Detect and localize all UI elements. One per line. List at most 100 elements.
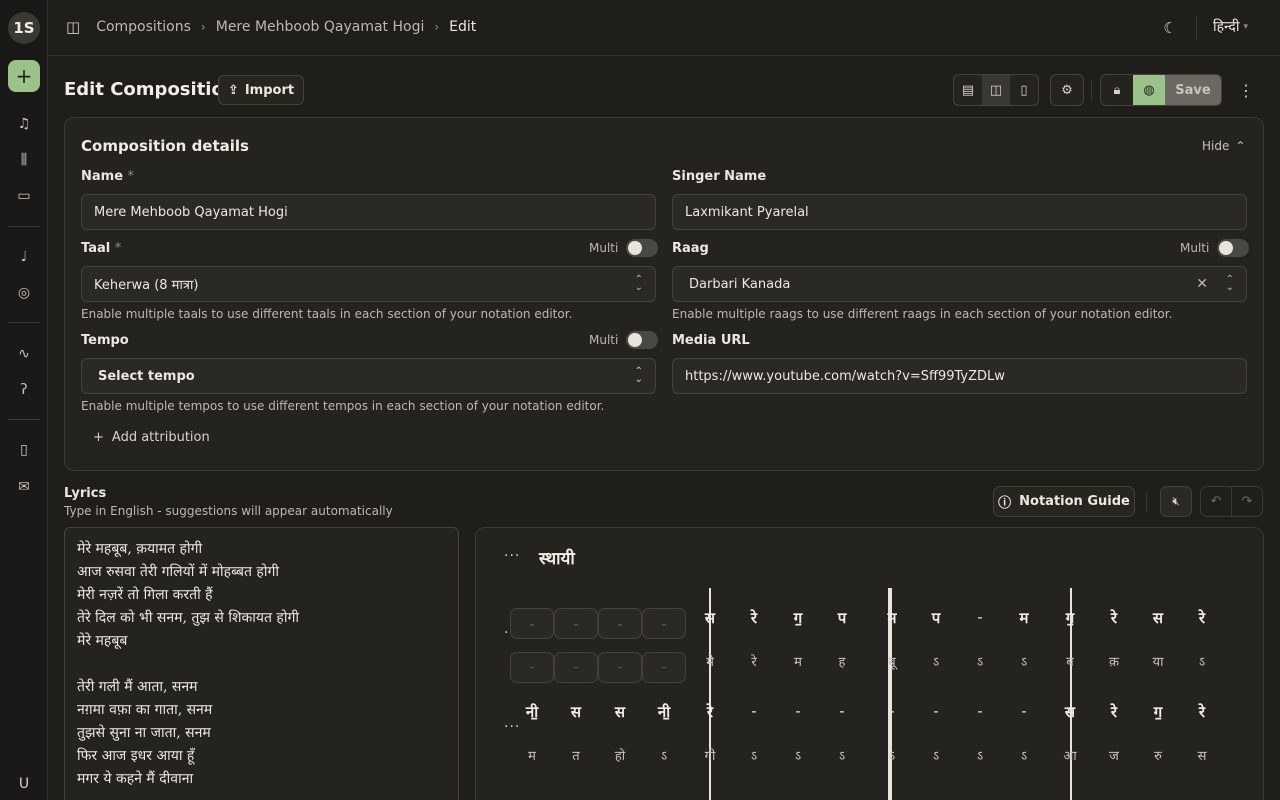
name-field[interactable]: Mere Mehboob Qayamat Hogi — [81, 194, 656, 230]
mute-icon[interactable]: 🔇︎ — [1160, 486, 1192, 517]
swara-cell[interactable]: रे — [1092, 608, 1136, 628]
swara-cell[interactable]: - — [958, 608, 1002, 626]
lyric-syllable-cell[interactable]: रे — [732, 652, 776, 670]
swara-cell[interactable]: - — [958, 702, 1002, 720]
breadcrumb-composition[interactable]: Mere Mehboob Qayamat Hogi — [216, 19, 425, 35]
lyric-syllable-cell[interactable]: क़ — [1092, 652, 1136, 670]
book-icon[interactable]: ▯ — [12, 438, 36, 462]
more-options-icon[interactable]: ⋮ — [1238, 80, 1254, 100]
swara-cell[interactable]: ग॒ — [1136, 702, 1180, 722]
lyric-syllable-cell[interactable]: ऽ — [870, 746, 914, 764]
card-icon[interactable]: ▭ — [12, 184, 36, 208]
toggle-switch[interactable] — [626, 331, 659, 349]
swara-cell[interactable]: ग॒ — [776, 608, 820, 628]
lyric-syllable-cell[interactable]: ऽ — [914, 652, 958, 670]
lyric-syllable-cell[interactable]: रु — [1136, 746, 1180, 764]
lyric-syllable-cell[interactable]: - — [510, 652, 554, 683]
user-avatar[interactable]: U — [10, 772, 38, 796]
toggle-switch[interactable] — [1217, 239, 1250, 257]
lyric-syllable-cell[interactable]: ऽ — [914, 746, 958, 764]
layout-rows-icon[interactable]: ▤ — [954, 75, 982, 105]
document-icon[interactable]: ▯ — [1010, 75, 1038, 105]
lyric-syllable-cell[interactable]: ब — [1048, 652, 1092, 670]
lyric-syllable-cell[interactable]: ऽ — [776, 746, 820, 764]
swara-cell[interactable]: प — [914, 608, 958, 628]
sidebar-toggle-icon[interactable]: ◫ — [66, 18, 80, 36]
lyric-syllable-cell[interactable]: मे — [688, 652, 732, 670]
swara-cell[interactable]: - — [914, 702, 958, 720]
save-button[interactable]: Save — [1165, 75, 1221, 105]
mail-icon[interactable]: ✉ — [12, 475, 36, 499]
swara-cell[interactable]: - — [1002, 702, 1046, 720]
undo-icon[interactable]: ↶ — [1200, 486, 1232, 517]
lyric-syllable-cell[interactable]: आ — [1048, 746, 1092, 764]
lyrics-textarea[interactable]: मेरे महबूब, क़यामत होगी आज रुसवा तेरी गलि… — [64, 527, 459, 800]
swara-cell[interactable]: - — [598, 608, 642, 639]
swara-cell[interactable]: स — [1048, 702, 1092, 722]
breadcrumb-compositions[interactable]: Compositions — [96, 19, 191, 35]
globe-icon[interactable]: ◍ — [1133, 75, 1165, 105]
lyric-syllable-cell[interactable]: ऽ — [642, 746, 686, 764]
lyric-syllable-cell[interactable]: म — [776, 652, 820, 670]
redo-icon[interactable]: ↷ — [1231, 486, 1263, 517]
lyric-syllable-cell[interactable]: ऽ — [1002, 652, 1046, 670]
sitar-icon[interactable]: ♩ — [12, 245, 36, 269]
tempo-select[interactable]: Select tempo ⌃ ⌄ — [81, 358, 656, 394]
toggle-switch[interactable] — [626, 239, 659, 257]
lyric-syllable-cell[interactable]: - — [642, 652, 686, 683]
swara-cell[interactable]: - — [510, 608, 554, 639]
notation-guide-button[interactable]: ⓘ Notation Guide — [993, 486, 1135, 517]
hide-button[interactable]: Hide ⌃ — [1202, 139, 1245, 153]
gear-icon[interactable]: ⚙ — [1051, 75, 1083, 105]
swara-cell[interactable]: रे — [732, 608, 776, 628]
swara-cell[interactable]: - — [642, 608, 686, 639]
app-logo[interactable]: 1S — [8, 12, 40, 44]
lyric-syllable-cell[interactable]: ज — [1092, 746, 1136, 764]
swara-cell[interactable]: रे — [1092, 702, 1136, 722]
swara-cell[interactable]: प — [820, 608, 864, 628]
tempo-multi-toggle[interactable]: Multi — [589, 331, 659, 349]
media-url-field[interactable]: https://www.youtube.com/watch?v=Sff99TyZ… — [672, 358, 1247, 394]
clear-icon[interactable]: ✕ — [1196, 276, 1208, 292]
lyric-syllable-cell[interactable]: - — [598, 652, 642, 683]
taal-multi-toggle[interactable]: Multi — [589, 239, 659, 257]
import-button[interactable]: ⇪ Import — [218, 75, 304, 105]
lyric-syllable-cell[interactable]: त — [554, 746, 598, 764]
lyric-syllable-cell[interactable]: ऽ — [958, 746, 1002, 764]
add-attribution-button[interactable]: + Add attribution — [93, 430, 210, 445]
raag-select[interactable]: Darbari Kanada ✕ ⌃ ⌄ — [672, 266, 1247, 302]
swara-cell[interactable]: स — [598, 702, 642, 722]
language-select[interactable]: हिन्दी ▾ — [1213, 17, 1248, 36]
lyric-syllable-cell[interactable]: - — [554, 652, 598, 683]
music-note-icon[interactable]: ♫ — [12, 112, 36, 136]
new-composition-button[interactable]: + — [8, 60, 40, 92]
taal-select[interactable]: Keherwa (8 मात्रा) ⌃ ⌄ — [81, 266, 656, 302]
swara-cell[interactable]: नी॒ — [510, 702, 554, 722]
lyric-syllable-cell[interactable]: ऽ — [958, 652, 1002, 670]
swara-cell[interactable]: स — [554, 702, 598, 722]
lyric-syllable-cell[interactable]: गी — [688, 746, 732, 764]
swara-cell[interactable]: म — [870, 608, 914, 628]
lyric-syllable-cell[interactable]: ऽ — [1002, 746, 1046, 764]
swara-cell[interactable]: रे — [1180, 702, 1224, 722]
lock-icon[interactable]: 🔒︎ — [1101, 75, 1133, 105]
swara-cell[interactable]: म — [1002, 608, 1046, 628]
waveform-icon[interactable]: ∿ — [12, 342, 36, 366]
tabla-icon[interactable]: ◎ — [12, 281, 36, 305]
notation-editor[interactable]: ··· स्थायी ··· ··· ----सरेग॒पमप-मग॒रेसरे… — [475, 527, 1264, 800]
swara-cell[interactable]: ग॒ — [1048, 608, 1092, 628]
lyric-syllable-cell[interactable]: हो — [598, 746, 642, 764]
swara-cell[interactable]: - — [732, 702, 776, 720]
lyric-syllable-cell[interactable]: ऽ — [732, 746, 776, 764]
lyric-syllable-cell[interactable]: बू — [870, 652, 914, 670]
swara-cell[interactable]: रे — [1180, 608, 1224, 628]
layout-columns-icon[interactable]: ◫ — [982, 75, 1010, 105]
lyric-syllable-cell[interactable]: ह — [820, 652, 864, 670]
lyric-syllable-cell[interactable]: या — [1136, 652, 1180, 670]
section-menu-icon[interactable]: ··· — [504, 548, 520, 564]
lyric-syllable-cell[interactable]: ऽ — [820, 746, 864, 764]
swara-cell[interactable]: - — [820, 702, 864, 720]
lyric-syllable-cell[interactable]: स — [1180, 746, 1224, 764]
swara-cell[interactable]: स — [688, 608, 732, 628]
swara-cell[interactable]: रे — [688, 702, 732, 722]
